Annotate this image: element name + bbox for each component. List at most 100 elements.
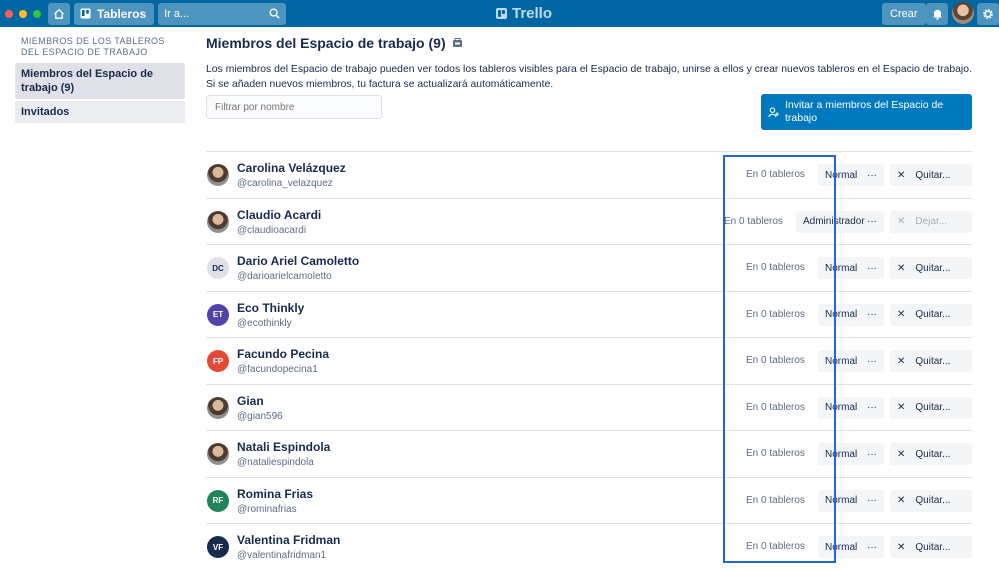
settings-button[interactable]	[977, 3, 999, 25]
more-icon: ···	[867, 402, 877, 413]
member-handle: @darioarielcamoletto	[237, 271, 332, 282]
add-user-icon	[768, 107, 779, 118]
member-name[interactable]: Dario Ariel Camoletto	[237, 254, 359, 268]
member-role-label: Normal	[825, 541, 858, 553]
more-icon: ···	[867, 495, 877, 506]
close-icon: ✕	[897, 541, 906, 553]
member-row: RF Romina Frias @rominafrias En 0 tabler…	[206, 478, 972, 524]
member-role-label: Normal	[825, 495, 858, 506]
create-button[interactable]: Crear	[882, 3, 926, 25]
member-avatar[interactable]: ET	[207, 303, 229, 326]
member-role-label: Administrador	[803, 216, 865, 227]
search-input[interactable]: Ir a...	[158, 2, 287, 25]
sidebar-section-title: MIEMBROS DE LOS TABLEROS DEL ESPACIO DE …	[21, 36, 165, 57]
member-row: ET Eco Thinkly @ecothinkly En 0 tableros…	[206, 292, 972, 338]
main-content: Miembros del Espacio de trabajo (9) Los …	[206, 34, 972, 130]
member-name[interactable]: Natali Espindola	[237, 440, 330, 454]
member-row: DC Dario Ariel Camoletto @darioarielcamo…	[206, 245, 972, 292]
notifications-button[interactable]	[926, 3, 948, 25]
member-role-button[interactable]: Normal ···	[818, 536, 884, 558]
remove-member-button[interactable]: ✕ Quitar...	[890, 443, 972, 465]
create-label: Crear	[890, 8, 918, 20]
member-role-button[interactable]: Normal ···	[818, 350, 884, 372]
member-boards-count[interactable]: En 0 tableros	[746, 495, 805, 506]
close-icon: ✕	[897, 169, 906, 181]
member-avatar[interactable]: FP	[207, 350, 229, 372]
leave-button[interactable]: ✕ Dejar...	[890, 210, 972, 233]
remove-member-button[interactable]: ✕ Quitar...	[890, 396, 972, 419]
remove-label: Dejar...	[915, 216, 948, 227]
remove-member-button[interactable]: ✕ Quitar...	[890, 350, 972, 372]
remove-member-button[interactable]: ✕ Quitar...	[890, 164, 972, 186]
member-avatar[interactable]	[207, 396, 229, 419]
member-boards-count[interactable]: En 0 tableros	[746, 402, 805, 413]
home-icon	[54, 8, 64, 19]
member-name[interactable]: Romina Frias	[237, 487, 313, 501]
more-icon: ···	[867, 262, 877, 274]
member-name[interactable]: Facundo Pecina	[237, 347, 329, 361]
invite-members-button[interactable]: Invitar a miembros del Espacio de trabaj…	[761, 94, 972, 130]
member-handle: @claudioacardi	[237, 224, 307, 236]
member-name[interactable]: Gian	[237, 394, 264, 408]
member-handle: @nataliespindola	[237, 457, 314, 468]
close-window-button[interactable]	[5, 9, 13, 18]
member-handle: @carolina_velazquez	[237, 178, 333, 189]
member-role-button[interactable]: Normal ···	[818, 303, 884, 326]
close-icon: ✕	[897, 216, 906, 227]
member-role-label: Normal	[825, 309, 858, 320]
remove-label: Quitar...	[915, 355, 951, 367]
page-title: Miembros del Espacio de trabajo (9)	[206, 34, 972, 52]
member-avatar[interactable]: RF	[207, 489, 229, 512]
member-boards-count[interactable]: En 0 tableros	[746, 448, 805, 459]
member-name[interactable]: Carolina Velázquez	[237, 161, 346, 175]
top-nav-bar: Tableros Ir a... Trello Crear	[0, 0, 999, 27]
member-boards-count[interactable]: En 0 tableros	[746, 541, 805, 552]
member-boards-count[interactable]: En 0 tableros	[746, 262, 805, 273]
trello-logo[interactable]: Trello	[496, 0, 552, 27]
remove-member-button[interactable]: ✕ Quitar...	[890, 489, 972, 512]
member-boards-count[interactable]: En 0 tableros	[746, 355, 805, 366]
more-icon: ···	[867, 169, 877, 181]
member-role-label: Normal	[825, 262, 858, 274]
user-avatar[interactable]	[952, 2, 974, 24]
sidebar-item-guests[interactable]: Invitados	[15, 101, 185, 123]
member-role-label: Normal	[825, 448, 858, 460]
more-icon: ···	[867, 309, 877, 320]
maximize-window-button[interactable]	[33, 9, 41, 18]
member-role-button[interactable]: Administrador ···	[796, 210, 884, 233]
remove-member-button[interactable]: ✕ Quitar...	[890, 536, 972, 558]
gear-icon	[983, 9, 993, 19]
member-boards-count[interactable]: En 0 tableros	[746, 169, 805, 180]
boards-button[interactable]: Tableros	[74, 2, 155, 25]
search-placeholder: Ir a...	[164, 7, 190, 20]
member-role-button[interactable]: Normal ···	[818, 489, 884, 512]
more-icon: ···	[867, 448, 877, 460]
more-icon: ···	[867, 216, 877, 227]
member-boards-count[interactable]: En 0 tableros	[746, 309, 805, 320]
billing-info-icon[interactable]	[452, 38, 463, 48]
member-avatar[interactable]: DC	[207, 257, 229, 279]
member-name[interactable]: Eco Thinkly	[237, 301, 304, 315]
home-button[interactable]	[48, 2, 70, 25]
member-avatar[interactable]	[207, 443, 229, 465]
minimize-window-button[interactable]	[19, 9, 27, 18]
boards-icon	[80, 8, 91, 19]
member-name[interactable]: Claudio Acardi	[237, 208, 321, 222]
member-boards-count[interactable]: En 0 tableros	[724, 216, 783, 227]
member-role-button[interactable]: Normal ···	[818, 164, 884, 186]
bell-icon	[932, 9, 942, 20]
sidebar-item-workspace-members[interactable]: Miembros del Espacio de trabajo (9)	[15, 63, 185, 99]
member-role-button[interactable]: Normal ···	[818, 396, 884, 419]
member-avatar[interactable]	[207, 164, 229, 186]
member-avatar[interactable]: VF	[207, 536, 229, 558]
remove-label: Quitar...	[915, 448, 951, 460]
member-role-button[interactable]: Normal ···	[818, 443, 884, 465]
remove-member-button[interactable]: ✕ Quitar...	[890, 303, 972, 326]
filter-by-name-input[interactable]	[206, 95, 382, 119]
member-avatar[interactable]	[207, 210, 229, 233]
remove-member-button[interactable]: ✕ Quitar...	[890, 257, 972, 279]
member-role-button[interactable]: Normal ···	[818, 257, 884, 279]
member-role-label: Normal	[825, 402, 858, 413]
member-name[interactable]: Valentina Fridman	[237, 533, 340, 547]
member-handle: @ecothinkly	[237, 317, 292, 329]
